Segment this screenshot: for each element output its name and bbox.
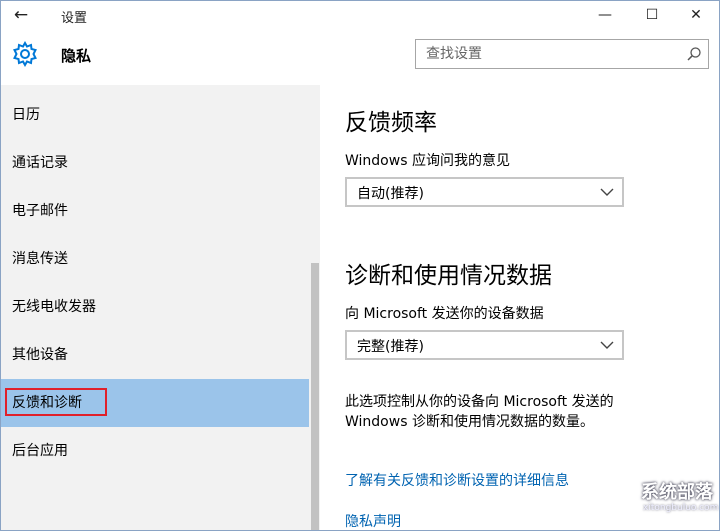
chevron-down-icon: [600, 341, 614, 349]
minimize-button[interactable]: —: [582, 1, 628, 31]
learn-more-link[interactable]: 了解有关反馈和诊断设置的详细信息: [345, 470, 569, 490]
diagnostics-heading: 诊断和使用情况数据: [345, 263, 552, 289]
feedback-frequency-heading: 反馈频率: [345, 110, 437, 136]
privacy-statement-link[interactable]: 隐私声明: [345, 511, 401, 530]
sidebar-item-background-apps[interactable]: 后台应用: [1, 427, 309, 475]
sidebar-item-label: 其他设备: [12, 347, 68, 363]
sidebar-item-label: 后台应用: [12, 443, 68, 459]
diagnostics-dropdown[interactable]: 完整(推荐): [345, 330, 624, 360]
title-bar: ← 设置 — ☐ ✕: [1, 1, 719, 31]
back-button[interactable]: ←: [9, 4, 33, 26]
page-title: 隐私: [61, 47, 92, 65]
sidebar-item-label: 日历: [12, 107, 40, 123]
sidebar-item-label: 消息传送: [12, 251, 68, 267]
sidebar-item-feedback-diagnostics[interactable]: 反馈和诊断: [1, 379, 309, 427]
sidebar: 日历 通话记录 电子邮件 消息传送 无线电收发器 其他设备 反馈和诊断 后台应用: [1, 85, 320, 530]
back-arrow-icon: ←: [13, 5, 29, 25]
settings-window: ← 设置 — ☐ ✕ 隐私 日历 通话记录: [0, 0, 720, 531]
sidebar-item-messaging[interactable]: 消息传送: [1, 235, 309, 283]
search-icon[interactable]: [686, 46, 702, 62]
minimize-icon: —: [598, 7, 612, 23]
sidebar-item-radios[interactable]: 无线电收发器: [1, 283, 309, 331]
search-input[interactable]: [416, 40, 686, 68]
watermark-logo-icon: [606, 480, 640, 514]
close-button[interactable]: ✕: [673, 1, 719, 31]
maximize-button[interactable]: ☐: [629, 1, 675, 31]
maximize-icon: ☐: [645, 7, 659, 23]
search-box[interactable]: [415, 39, 709, 69]
watermark-subtext: xitongbuluo.com: [643, 503, 719, 513]
gear-icon: [13, 41, 37, 67]
watermark-text: 系统部落: [641, 482, 713, 503]
feedback-frequency-value: 自动(推荐): [357, 186, 424, 202]
sidebar-item-calendar[interactable]: 日历: [1, 91, 309, 139]
watermark: 系统部落 xitongbuluo.com: [601, 473, 719, 530]
diagnostics-value: 完整(推荐): [357, 339, 424, 355]
diagnostics-label: 向 Microsoft 发送你的设备数据: [345, 306, 544, 322]
chevron-down-icon: [600, 188, 614, 196]
sidebar-item-label: 反馈和诊断: [12, 395, 82, 411]
sidebar-item-label: 通话记录: [12, 155, 68, 171]
sidebar-item-email[interactable]: 电子邮件: [1, 187, 309, 235]
window-title: 设置: [61, 11, 88, 26]
sidebar-scrollbar[interactable]: [311, 263, 319, 530]
diagnostics-description: 此选项控制从你的设备向 Microsoft 发送的 Windows 诊断和使用情…: [345, 394, 614, 430]
feedback-frequency-dropdown[interactable]: 自动(推荐): [345, 177, 624, 207]
sidebar-item-label: 无线电收发器: [12, 299, 96, 315]
sidebar-item-label: 电子邮件: [12, 203, 68, 219]
feedback-frequency-label: Windows 应询问我的意见: [345, 153, 510, 169]
main-content: 反馈频率 Windows 应询问我的意见 自动(推荐) 诊断和使用情况数据 向 …: [321, 85, 719, 530]
sidebar-item-other-devices[interactable]: 其他设备: [1, 331, 309, 379]
sidebar-item-call-history[interactable]: 通话记录: [1, 139, 309, 187]
close-icon: ✕: [690, 7, 702, 23]
